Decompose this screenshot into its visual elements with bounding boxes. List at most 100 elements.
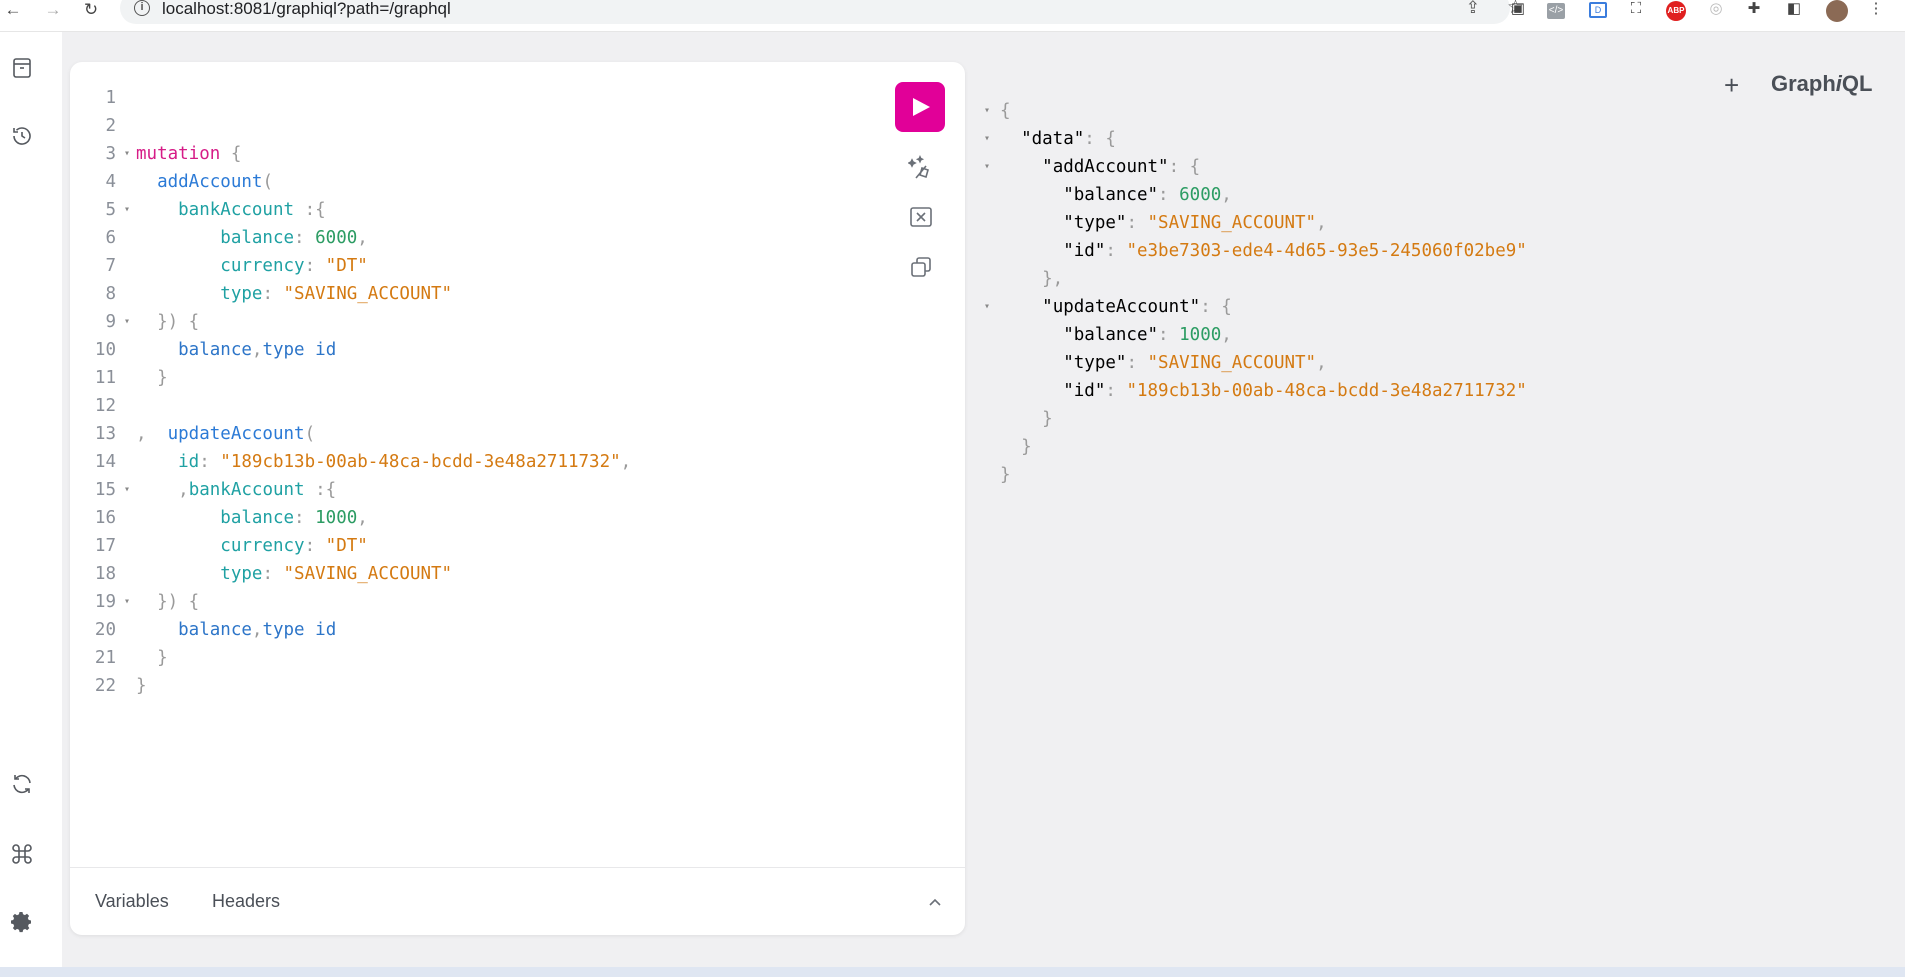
code-line[interactable]: 11 } (70, 364, 890, 392)
code-line[interactable]: 5 ▾ bankAccount :{ (70, 196, 890, 224)
code-token: : (1105, 241, 1127, 261)
code-line[interactable]: 21 } (70, 644, 890, 672)
fold-toggle-icon[interactable]: ▾ (980, 125, 994, 153)
line-number: 15 (94, 480, 116, 500)
code-token: bankAccount (188, 480, 305, 500)
fold-toggle-icon[interactable]: ▾ (120, 476, 134, 504)
code-token: : (304, 256, 326, 276)
share-icon[interactable]: ⇪ (1466, 0, 1480, 18)
run-button[interactable] (895, 82, 945, 132)
code-line[interactable]: 4 addAccount( (70, 168, 890, 196)
code-token: 6000 (1179, 185, 1222, 205)
brand-prefix: Graph (1771, 71, 1836, 96)
response-viewer[interactable]: ▾{▾ "data": {▾ "addAccount": { "balance"… (980, 97, 1880, 489)
code-token: : (1158, 185, 1180, 205)
add-tab-button[interactable]: + (1724, 72, 1739, 98)
code-line[interactable]: 14 id: "189cb13b-00ab-48ca-bcdd-3e48a271… (70, 448, 890, 476)
result-text: "balance": 1000, (1000, 321, 1232, 349)
code-token: , (1221, 325, 1232, 345)
code-token: : (1126, 353, 1148, 373)
extension-ghost-icon[interactable]: ◎ (1706, 0, 1726, 20)
sidepanel-icon[interactable]: ◧ (1784, 0, 1804, 20)
code-token: currency (136, 256, 305, 276)
code-token: "type" (1063, 353, 1127, 373)
code-line[interactable]: 19 ▾ }) { (70, 588, 890, 616)
result-line: "id": "e3be7303-ede4-4d65-93e5-245060f02… (980, 237, 1880, 265)
code-line[interactable]: 2 (70, 112, 890, 140)
code-token: { (220, 144, 242, 164)
code-icon[interactable]: </> (1546, 0, 1566, 20)
code-line[interactable]: 18 type: "SAVING_ACCOUNT" (70, 560, 890, 588)
settings-icon[interactable] (10, 910, 34, 934)
code-line[interactable]: 10 balance,type id (70, 336, 890, 364)
query-editor[interactable]: 1 2 3 ▾ mutation {4 addAccount(5 ▾ bankAccoun… (70, 84, 890, 700)
profile-avatar-icon[interactable] (1826, 0, 1848, 22)
result-text: "id": "189cb13b-00ab-48ca-bcdd-3e48a2711… (1000, 377, 1527, 405)
fold-toggle-icon[interactable]: ▾ (120, 308, 134, 336)
screenshot-icon[interactable]: ⛶ (1626, 0, 1646, 20)
code-token: } (136, 648, 168, 668)
code-line[interactable]: 3 ▾ mutation { (70, 140, 890, 168)
code-line[interactable]: 22} (70, 672, 890, 700)
graphiql-app: 1 2 3 ▾ mutation {4 addAccount(5 ▾ bankAccoun… (0, 32, 1905, 967)
fold-toggle-icon[interactable]: ▾ (120, 140, 134, 168)
code-text: type: "SAVING_ACCOUNT" (136, 280, 452, 308)
fold-toggle-icon[interactable]: ▾ (980, 153, 994, 181)
code-line[interactable]: 12 (70, 392, 890, 420)
shortcut-icon[interactable] (10, 842, 34, 866)
copy-icon[interactable] (908, 254, 934, 280)
code-line[interactable]: 7 currency: "DT" (70, 252, 890, 280)
site-info-icon[interactable]: i (134, 0, 150, 16)
code-token: :{ (304, 480, 337, 500)
line-number: 4 (105, 172, 116, 192)
merge-fragments-icon[interactable] (908, 204, 934, 230)
docs-icon[interactable] (10, 56, 34, 80)
result-line: "id": "189cb13b-00ab-48ca-bcdd-3e48a2711… (980, 377, 1880, 405)
tab-variables[interactable]: Variables (95, 891, 169, 912)
puzzle-icon[interactable]: ✚ (1744, 0, 1764, 20)
vue-devtools-icon[interactable]: D (1588, 0, 1608, 20)
code-token: , (1316, 213, 1327, 233)
fold-toggle-icon[interactable]: ▾ (980, 293, 994, 321)
adblock-icon[interactable]: ABP (1666, 0, 1686, 21)
chevron-up-icon[interactable] (927, 894, 943, 915)
run-icon (913, 98, 930, 116)
fold-toggle-icon[interactable]: ▾ (120, 196, 134, 224)
line-number: 18 (94, 564, 116, 584)
line-number: 1 (105, 88, 116, 108)
fold-toggle-icon[interactable]: ▾ (980, 97, 994, 125)
prettify-icon[interactable] (907, 154, 934, 180)
address-bar[interactable]: i localhost:8081/graphiql?path=/graphql … (120, 0, 1524, 24)
history-icon[interactable] (10, 124, 34, 148)
line-number: 7 (105, 256, 116, 276)
code-token: } (136, 368, 168, 388)
kebab-menu-icon[interactable]: ⋮ (1866, 0, 1886, 20)
result-text: } (1000, 433, 1032, 461)
code-token: addAccount (136, 172, 263, 192)
line-number: 17 (94, 536, 116, 556)
code-line[interactable]: 1 (70, 84, 890, 112)
result-text: }, (1000, 265, 1063, 293)
fold-toggle-icon[interactable]: ▾ (120, 588, 134, 616)
code-line[interactable]: 20 balance,type id (70, 616, 890, 644)
refresh-icon[interactable] (10, 772, 34, 796)
code-line[interactable]: 13, updateAccount( (70, 420, 890, 448)
code-line[interactable]: 15 ▾ ,bankAccount :{ (70, 476, 890, 504)
forward-arrow-icon[interactable]: → (40, 0, 66, 22)
line-number: 10 (94, 340, 116, 360)
back-arrow-icon[interactable]: ← (0, 0, 26, 22)
code-text: addAccount( (136, 168, 273, 196)
url-text[interactable]: localhost:8081/graphiql?path=/graphql (162, 0, 451, 19)
code-token: , (1221, 185, 1232, 205)
tab-headers[interactable]: Headers (212, 891, 280, 912)
line-number: 8 (105, 284, 116, 304)
code-line[interactable]: 9 ▾ }) { (70, 308, 890, 336)
code-line[interactable]: 8 type: "SAVING_ACCOUNT" (70, 280, 890, 308)
picture-in-picture-icon[interactable]: ▣ (1508, 0, 1528, 20)
reload-icon[interactable]: ↻ (78, 0, 104, 22)
code-line[interactable]: 6 balance: 6000, (70, 224, 890, 252)
code-line[interactable]: 16 balance: 1000, (70, 504, 890, 532)
code-token: } (1000, 465, 1011, 485)
code-line[interactable]: 17 currency: "DT" (70, 532, 890, 560)
